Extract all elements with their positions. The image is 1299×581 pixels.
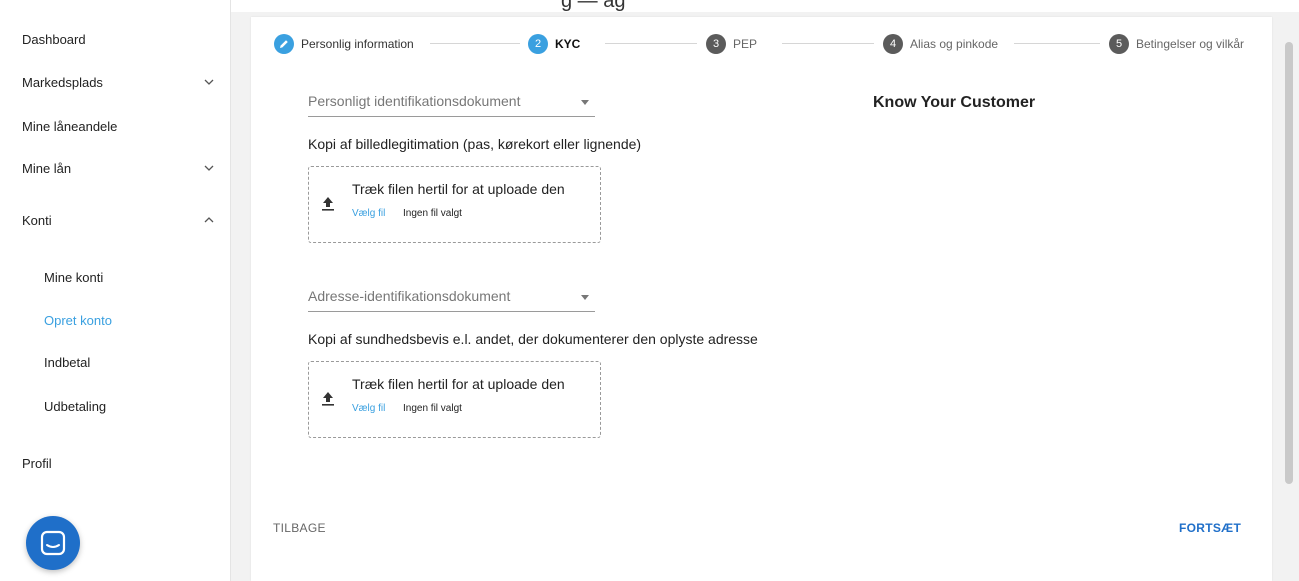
chat-icon xyxy=(40,530,66,556)
select-value: Personligt identifikationsdokument xyxy=(308,93,521,109)
scrollbar-thumb[interactable] xyxy=(1285,42,1293,484)
step-connector xyxy=(605,43,697,44)
step-number: 2 xyxy=(528,34,548,54)
sidebar-item-label: Konti xyxy=(22,213,52,228)
caret-down-icon xyxy=(581,295,589,300)
sidebar-item-label: Markedsplads xyxy=(22,75,103,90)
step-number: 4 xyxy=(883,34,903,54)
page-title: Know Your Customer xyxy=(873,94,1036,111)
step-alias-og-pinkode[interactable]: 4 Alias og pinkode xyxy=(883,33,998,55)
step-label: Betingelser og vilkår xyxy=(1136,37,1245,51)
sidebar-subitem-indbetal[interactable]: Indbetal xyxy=(44,353,90,373)
step-kyc[interactable]: 2 KYC xyxy=(528,33,580,55)
choose-file-button[interactable]: Vælg fil xyxy=(352,403,385,414)
step-number: 5 xyxy=(1109,34,1129,54)
pencil-icon xyxy=(274,34,294,54)
continue-button[interactable]: FORTSÆT xyxy=(1179,521,1241,535)
sidebar-item-dashboard[interactable]: Dashboard xyxy=(22,30,230,50)
top-strip-text: g — ag xyxy=(561,0,626,12)
sidebar-item-mine-lan[interactable]: Mine lån xyxy=(22,159,230,179)
step-label: KYC xyxy=(555,37,581,51)
chat-launcher-button[interactable] xyxy=(26,516,80,570)
sidebar-item-label: Dashboard xyxy=(22,32,86,47)
sidebar-subitem-opret-konto[interactable]: Opret konto xyxy=(44,311,112,331)
select-value: Adresse-identifikationsdokument xyxy=(308,288,511,304)
sidebar-subitem-mine-konti[interactable]: Mine konti xyxy=(44,268,103,288)
sidebar-item-label: Mine lån xyxy=(22,161,72,176)
step-label: Alias og pinkode xyxy=(910,37,999,51)
step-label: Personlig information xyxy=(301,37,414,51)
id-document-label: Kopi af billedlegitimation (pas, kørekor… xyxy=(308,136,642,152)
caret-down-icon xyxy=(581,100,589,105)
sidebar-item-label: Mine låneandele xyxy=(22,119,118,134)
address-document-dropzone[interactable]: Træk filen hertil for at uploade den Væl… xyxy=(308,361,601,438)
dropzone-title: Træk filen hertil for at uploade den xyxy=(352,181,565,197)
sidebar-item-konti[interactable]: Konti xyxy=(22,211,230,231)
choose-file-button[interactable]: Vælg fil xyxy=(352,208,385,219)
sidebar-item-profil[interactable]: Profil xyxy=(22,454,230,474)
no-file-text: Ingen fil valgt xyxy=(403,208,462,219)
id-document-select[interactable]: Personligt identifikationsdokument xyxy=(308,89,595,117)
chevron-down-icon xyxy=(204,79,214,85)
sidebar-subitem-udbetaling[interactable]: Udbetaling xyxy=(44,397,106,417)
step-connector xyxy=(1014,43,1100,44)
upload-icon xyxy=(322,392,334,406)
sidebar-item-markedsplads[interactable]: Markedsplads xyxy=(22,73,230,93)
back-button[interactable]: TILBAGE xyxy=(273,521,326,535)
id-document-dropzone[interactable]: Træk filen hertil for at uploade den Væl… xyxy=(308,166,601,243)
dropzone-title: Træk filen hertil for at uploade den xyxy=(352,376,565,392)
chevron-up-icon xyxy=(204,217,214,223)
sidebar-item-label: Profil xyxy=(22,456,52,471)
step-connector xyxy=(782,43,874,44)
step-number: 3 xyxy=(706,34,726,54)
step-betingelser-og-vilkar[interactable]: 5 Betingelser og vilkår xyxy=(1109,33,1244,55)
top-strip: g — ag xyxy=(231,0,1299,12)
step-pep[interactable]: 3 PEP xyxy=(706,33,757,55)
sidebar: Dashboard Markedsplads Mine låneandele M… xyxy=(0,0,231,581)
no-file-text: Ingen fil valgt xyxy=(403,403,462,414)
step-connector xyxy=(430,43,520,44)
step-personlig-information[interactable]: Personlig information xyxy=(274,33,414,55)
sidebar-item-mine-laneandele[interactable]: Mine låneandele xyxy=(22,117,230,137)
address-document-select[interactable]: Adresse-identifikationsdokument xyxy=(308,284,595,312)
step-label: PEP xyxy=(733,37,758,51)
upload-icon xyxy=(322,197,334,211)
address-document-label: Kopi af sundhedsbevis e.l. andet, der do… xyxy=(308,331,758,347)
chevron-down-icon xyxy=(204,165,214,171)
